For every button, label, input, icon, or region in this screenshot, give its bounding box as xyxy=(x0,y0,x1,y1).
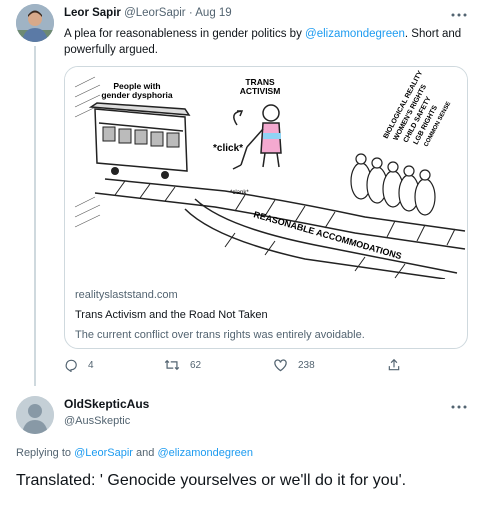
reply-count: 4 xyxy=(88,359,94,371)
separator: · xyxy=(188,7,193,19)
card-image[interactable]: People with gender dysphoria TRANS ACTIVIS… xyxy=(65,67,467,279)
reply-text: Translated: ' Genocide yourselves or we'… xyxy=(16,472,407,489)
share-icon xyxy=(388,358,400,371)
tweet[interactable]: Leor Sapir @LeorSapir · Aug 19 A plea fo… xyxy=(0,0,487,386)
mention-link[interactable]: @elizamondegreen xyxy=(305,28,405,40)
trolley-cartoon: People with gender dysphoria TRANS ACTIVIS… xyxy=(74,70,466,279)
share-button[interactable] xyxy=(387,358,411,372)
author-handle[interactable]: @LeorSapir xyxy=(124,7,186,19)
replying-to-and: and xyxy=(132,447,158,459)
tweet-text-prefix: A plea for reasonableness in gender poli… xyxy=(64,28,306,40)
click-text: *click* xyxy=(213,143,243,154)
label-gender-dysphoria: People with gender dysphoria xyxy=(101,81,173,100)
like-icon xyxy=(274,359,287,372)
avatar-photo xyxy=(16,4,54,42)
action-bar: 4 62 238 xyxy=(64,358,424,378)
group-labels: BIOLOGICAL REALITY WOMEN'S RIGHTS CHILD … xyxy=(383,70,453,148)
default-avatar-icon[interactable] xyxy=(16,396,54,434)
label-trans-activism: TRANS ACTIVISM xyxy=(240,77,281,96)
reply-author-handle[interactable]: @AusSkeptic xyxy=(64,415,130,427)
replying-to-user[interactable]: @LeorSapir xyxy=(74,447,133,459)
card-description: The current conflict over trans rights w… xyxy=(75,329,365,341)
retweet-button[interactable]: 62 xyxy=(164,358,201,372)
reply-button[interactable]: 4 xyxy=(64,358,94,372)
reply-icon xyxy=(65,359,77,372)
card-title[interactable]: Trans Activism and the Road Not Taken xyxy=(75,309,268,321)
author-avatar[interactable] xyxy=(16,4,54,42)
tweet-date[interactable]: Aug 19 xyxy=(195,7,231,19)
retweet-count: 62 xyxy=(190,359,202,371)
author-name[interactable]: Leor Sapir xyxy=(64,7,121,19)
replying-to-user[interactable]: @elizamondegreen xyxy=(157,447,253,459)
tweet-text: A plea for reasonableness in gender poli… xyxy=(64,26,464,58)
more-icon[interactable] xyxy=(451,8,467,22)
card-domain[interactable]: realityslaststand.com xyxy=(75,289,178,301)
thread-line xyxy=(34,46,36,386)
retweet-icon xyxy=(164,359,180,371)
replying-to-prefix: Replying to xyxy=(16,447,75,459)
reply-tweet[interactable]: OldSkepticAus @AusSkeptic Replying to @L… xyxy=(0,386,487,506)
replying-to: Replying to @LeorSapir and @elizamondegr… xyxy=(16,447,253,459)
clank-text: *clank* xyxy=(230,190,249,196)
like-button[interactable]: 238 xyxy=(273,358,315,372)
more-icon[interactable] xyxy=(451,400,467,414)
reply-author-name[interactable]: OldSkepticAus xyxy=(64,397,149,411)
link-card[interactable]: People with gender dysphoria TRANS ACTIVIS… xyxy=(64,66,468,349)
tweet-header: Leor Sapir @LeorSapir · Aug 19 xyxy=(64,7,232,19)
like-count: 238 xyxy=(298,359,315,371)
